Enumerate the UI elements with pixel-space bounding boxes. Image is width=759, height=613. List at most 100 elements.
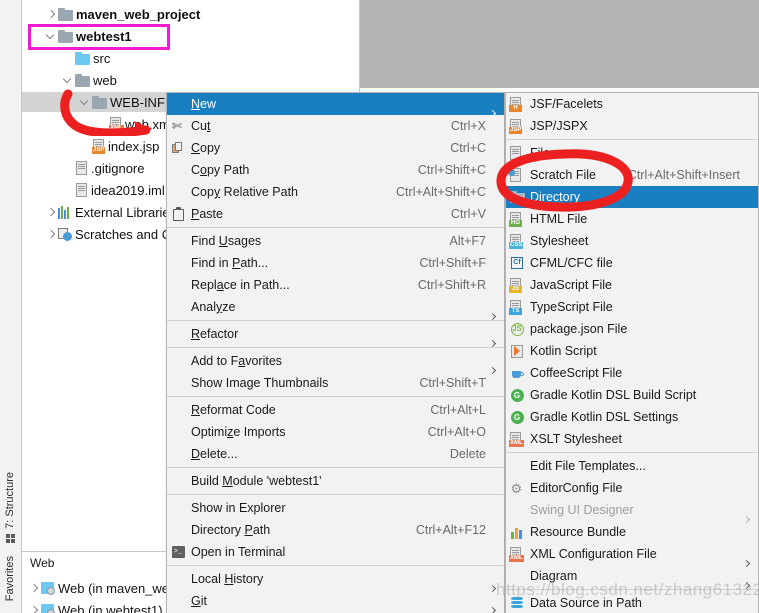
watermark-text: https://blog.csdn.net/zhang61322326 [496,580,759,599]
chevron-right-icon[interactable] [45,206,58,219]
context-menu-item-cut[interactable]: ✄ Cut Ctrl+X [167,115,504,137]
new-submenu-item-xml-configuration-file[interactable]: XML XML Configuration File [506,543,758,565]
nodejs-icon: JS [506,322,528,336]
new-submenu-item-xslt-stylesheet[interactable]: XML XSLT Stylesheet [506,428,758,450]
chevron-right-icon[interactable] [28,582,41,595]
xml-file-icon: XML [506,546,528,562]
new-submenu-item-jsp-jspx[interactable]: JSP JSP/JSPX [506,115,758,137]
new-submenu-item-jsf-facelets[interactable]: H JSF/Facelets [506,93,758,115]
new-submenu-item-html-file[interactable]: HG HTML File [506,208,758,230]
tree-node-label: webtest1 [76,28,132,44]
context-menu-item-find-usages[interactable]: Find Usages Alt+F7 [167,230,504,252]
context-menu-item-shortcut: Ctrl+V [450,207,486,221]
new-submenu-item-label: File [530,146,551,160]
chevron-right-icon[interactable] [28,604,41,613]
context-menu-item-shortcut: Ctrl+C [450,141,486,155]
cfml-file-icon: Cf [511,257,523,269]
context-menu-item-label: Git [191,594,207,608]
new-submenu-item-javascript-file[interactable]: JS JavaScript File [506,274,758,296]
new-submenu-item-coffeescript-file[interactable]: CoffeeScript File [506,362,758,384]
chevron-right-icon[interactable] [45,228,58,241]
js-file-icon: JS [509,277,522,293]
new-submenu-item-stylesheet[interactable]: CSS Stylesheet [506,230,758,252]
context-menu-item-label: Build Module 'webtest1' [191,474,322,488]
new-submenu-item-kotlin-script[interactable]: Kotlin Script [506,340,758,362]
scratches-icon [58,227,72,241]
folder-icon [92,95,107,109]
context-menu-item-new[interactable]: New [167,93,504,115]
tree-node-label: .gitignore [91,160,145,176]
chevron-down-icon[interactable] [79,96,92,109]
context-menu-item-show-image-thumbnails[interactable]: Show Image Thumbnails Ctrl+Shift+T [167,372,504,394]
context-menu-item-shortcut: Ctrl+Alt+Shift+C [396,185,486,199]
xslt-file-icon: XML [509,431,524,447]
context-menu-separator [167,396,504,397]
context-menu[interactable]: New ✄ Cut Ctrl+X Copy Ctrl+C Copy Path Ctrl+Shi… [166,92,505,613]
new-submenu[interactable]: H JSF/Facelets JSP JSP/JSPX File Scratch File… [505,92,759,613]
new-submenu-item-gradle-kotlin-dsl-settings[interactable]: G Gradle Kotlin DSL Settings [506,406,758,428]
context-menu-item-shortcut: Ctrl+X [450,119,486,133]
cut-icon: ✄ [172,118,183,133]
new-submenu-item-shortcut: Ctrl+Alt+Shift+Insert [627,168,740,182]
new-submenu-item-scratch-file[interactable]: Scratch File Ctrl+Alt+Shift+Insert [506,164,758,186]
jsp-file-icon: JSP [92,138,106,154]
new-submenu-item-label: JSF/Facelets [530,97,603,111]
new-submenu-item-label: XSLT Stylesheet [530,432,622,446]
chevron-down-icon[interactable] [62,74,75,87]
context-menu-item-build-module-webtest1[interactable]: Build Module 'webtest1' [167,470,504,492]
new-submenu-item-directory[interactable]: Directory [506,186,758,208]
context-menu-item-replace-in-path[interactable]: Replace in Path... Ctrl+Shift+R [167,274,504,296]
context-menu-item-show-in-explorer[interactable]: Show in Explorer [167,497,504,519]
gitignore-file-icon [75,160,88,176]
new-submenu-separator [506,452,758,453]
resource-bundle-icon [506,526,528,539]
context-menu-separator [167,467,504,468]
kotlin-icon [511,344,523,358]
rail-button-favorites[interactable]: Favorites [4,556,16,601]
context-menu-item-delete[interactable]: Delete... Delete [167,443,504,465]
context-menu-item-label: Open in Terminal [191,545,286,559]
context-menu-item-copy-relative-path[interactable]: Copy Relative Path Ctrl+Alt+Shift+C [167,181,504,203]
chevron-down-icon[interactable] [45,30,58,43]
new-submenu-item-cfml-cfc-file[interactable]: Cf CFML/CFC file [506,252,758,274]
context-menu-item-copy[interactable]: Copy Ctrl+C [167,137,504,159]
context-menu-separator [167,347,504,348]
context-menu-item-directory-path[interactable]: Directory Path Ctrl+Alt+F12 [167,519,504,541]
context-menu-item-label: Find Usages [191,234,262,248]
new-submenu-item-typescript-file[interactable]: TS TypeScript File [506,296,758,318]
context-menu-item-analyze[interactable]: Analyze [167,296,504,318]
context-menu-item-local-history[interactable]: Local History [167,568,504,590]
new-submenu-item-package-json-file[interactable]: JS package.json File [506,318,758,340]
rail-button-structure[interactable]: 7: Structure [4,472,16,529]
tree-node-web[interactable]: web [22,70,360,90]
tree-node-webtest1[interactable]: webtest1 [22,26,360,46]
context-menu-item-copy-path[interactable]: Copy Path Ctrl+Shift+C [167,159,504,181]
context-menu-item-optimize-imports[interactable]: Optimize Imports Ctrl+Alt+O [167,421,504,443]
context-menu-item-label: Analyze [191,300,236,314]
new-submenu-item-resource-bundle[interactable]: Resource Bundle [506,521,758,543]
context-menu-item-find-in-path[interactable]: Find in Path... Ctrl+Shift+F [167,252,504,274]
context-menu-item-paste[interactable]: Paste Ctrl+V [167,203,504,225]
tree-node-maven-web-project[interactable]: maven_web_project [22,4,360,24]
new-submenu-item-gradle-kotlin-dsl-build-script[interactable]: G Gradle Kotlin DSL Build Script [506,384,758,406]
new-submenu-item-file[interactable]: File [506,142,758,164]
resource-bundle-icon [510,526,524,539]
chevron-right-icon[interactable] [45,8,58,21]
tree-node-src[interactable]: src [22,48,360,68]
new-submenu-item-label: package.json File [530,322,628,336]
context-menu-item-label: Paste [191,207,223,221]
context-menu-item-add-to-favorites[interactable]: Add to Favorites [167,350,504,372]
context-menu-separator [167,494,504,495]
new-submenu-item-label: Kotlin Script [530,344,597,358]
nodejs-icon: JS [510,322,524,336]
paste-icon [172,206,184,221]
new-submenu-item-editorconfig-file[interactable]: ⚙ EditorConfig File [506,477,758,499]
context-menu-item-shortcut: Alt+F7 [449,234,486,248]
new-submenu-item-edit-file-templates[interactable]: Edit File Templates... [506,455,758,477]
context-menu-item-open-in-terminal[interactable]: >_ Open in Terminal [167,541,504,563]
scratch-file-icon [506,167,528,183]
gradle-icon: G [506,388,528,402]
context-menu-item-git[interactable]: Git [167,590,504,612]
context-menu-item-reformat-code[interactable]: Reformat Code Ctrl+Alt+L [167,399,504,421]
context-menu-item-refactor[interactable]: Refactor [167,323,504,345]
